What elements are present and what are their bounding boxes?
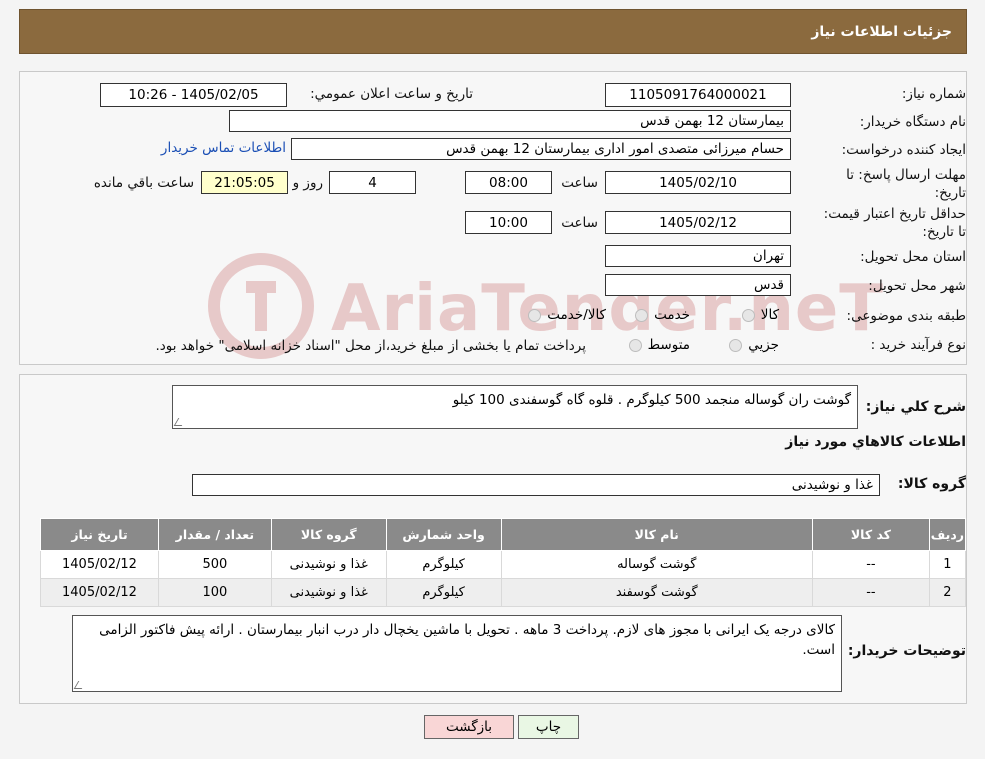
col-row: رديف (928, 518, 967, 551)
description-label: شرح کلي نياز: (865, 399, 966, 415)
cell-date: 1405/02/12 (40, 578, 159, 607)
validity-label: حداقل تاریخ اعتبار قیمت: تا تاریخ: (823, 206, 966, 240)
process-option-minor[interactable]: جزيي (729, 337, 779, 353)
group-field: غذا و نوشیدنی (192, 474, 880, 496)
validity-time-label: ساعت (561, 215, 598, 231)
table-row: 2 -- گوشت گوسفند کیلوگرم غذا و نوشیدنی 1… (40, 578, 967, 607)
col-quantity: تعداد / مقدار (157, 518, 272, 551)
print-button[interactable]: چاپ (518, 715, 579, 739)
cell-row: 1 (928, 550, 967, 579)
category-option-goods-service[interactable]: کالا/خدمت (528, 307, 606, 323)
province-label: استان محل تحویل: (860, 249, 966, 265)
radio-icon[interactable] (628, 338, 642, 352)
process-note: پرداخت تمام یا بخشی از مبلغ خرید،از محل … (155, 338, 586, 354)
city-label: شهر محل تحویل: (868, 278, 966, 294)
category-label: طبقه بندی موضوعی: (846, 308, 966, 324)
process-label: نوع فرآیند خرید : (870, 337, 966, 353)
col-group: گروه کالا (270, 518, 387, 551)
back-button[interactable]: بازگشت (424, 715, 514, 739)
province-field: تهران (605, 245, 791, 267)
radio-icon[interactable] (741, 308, 755, 322)
requester-field: حسام میرزائی متصدی امور اداری بیمارستان … (291, 138, 791, 160)
items-heading: اطلاعات کالاهاي مورد نياز (785, 434, 966, 450)
buyer-org-label: نام دستگاه خریدار: (859, 114, 966, 130)
table-header-row: رديف کد کالا نام کالا واحد شمارش گروه کا… (40, 518, 967, 551)
page-header: جزئیات اطلاعات نیاز (19, 9, 967, 54)
table-row: 1 -- گوشت گوساله کیلوگرم غذا و نوشیدنی 5… (40, 550, 967, 579)
deadline-label: مهلت ارسال پاسخ: تا تاریخ: (846, 167, 966, 201)
days-label: روز و (292, 175, 323, 191)
announce-label: تاریخ و ساعت اعلان عمومي: (310, 86, 473, 102)
description-text: گوشت ران گوساله منجمد 500 کیلوگرم . قلوه… (172, 385, 858, 429)
radio-icon[interactable] (635, 308, 649, 322)
validity-date-field: 1405/02/12 (605, 211, 791, 234)
col-date: تاریخ نیاز (40, 518, 159, 551)
remaining-label: ساعت باقي مانده (93, 175, 194, 191)
category-option-service[interactable]: خدمت (635, 307, 690, 323)
radio-icon[interactable] (528, 308, 542, 322)
details-panel: AriaTender.neT شماره نیاز: 1105091764000… (19, 71, 967, 365)
col-name: نام کالا (500, 518, 813, 551)
requester-label: ایجاد کننده درخواست: (841, 142, 966, 158)
deadline-time-field: 08:00 (465, 171, 552, 194)
buyer-org-field: بیمارستان 12 بهمن قدس (229, 110, 791, 132)
cell-unit: کیلوگرم (385, 578, 502, 607)
items-panel: شرح کلي نياز: گوشت ران گوساله منجمد 500 … (19, 374, 967, 704)
cell-group: غذا و نوشیدنی (270, 550, 387, 579)
items-table: رديف کد کالا نام کالا واحد شمارش گروه کا… (40, 518, 967, 607)
cell-name: گوشت گوساله (500, 550, 813, 579)
cell-quantity: 100 (157, 578, 272, 607)
cell-quantity: 500 (157, 550, 272, 579)
radio-icon[interactable] (729, 338, 743, 352)
col-unit: واحد شمارش (385, 518, 502, 551)
city-field: قدس (605, 274, 791, 296)
deadline-date-field: 1405/02/10 (605, 171, 791, 194)
need-number-label: شماره نیاز: (901, 86, 966, 102)
cell-code: -- (811, 550, 930, 579)
buyer-contact-link[interactable]: اطلاعات تماس خریدار (161, 140, 286, 156)
resize-grip-icon[interactable] (173, 418, 187, 426)
validity-time-field: 10:00 (465, 211, 552, 234)
days-remaining-field: 4 (329, 171, 416, 194)
resize-grip-icon[interactable] (73, 681, 87, 689)
remaining-time-field: 21:05:05 (201, 171, 288, 194)
cell-code: -- (811, 578, 930, 607)
cell-unit: کیلوگرم (385, 550, 502, 579)
group-label: گروه کالا: (897, 476, 966, 492)
process-option-medium[interactable]: متوسط (628, 337, 690, 353)
page-title: جزئیات اطلاعات نیاز (811, 23, 952, 40)
buyer-notes-text: کالای درجه یک ایرانی با مجوز های لازم. پ… (72, 615, 842, 692)
deadline-time-label: ساعت (561, 175, 598, 191)
buyer-notes-label: توضیحات خریدار: (847, 643, 966, 659)
cell-group: غذا و نوشیدنی (270, 578, 387, 607)
announce-datetime-field: 1405/02/05 - 10:26 (100, 83, 287, 107)
need-number-field: 1105091764000021 (605, 83, 791, 107)
cell-name: گوشت گوسفند (500, 578, 813, 607)
cell-date: 1405/02/12 (40, 550, 159, 579)
category-option-goods[interactable]: کالا (741, 307, 779, 323)
cell-row: 2 (928, 578, 967, 607)
col-code: کد کالا (811, 518, 930, 551)
